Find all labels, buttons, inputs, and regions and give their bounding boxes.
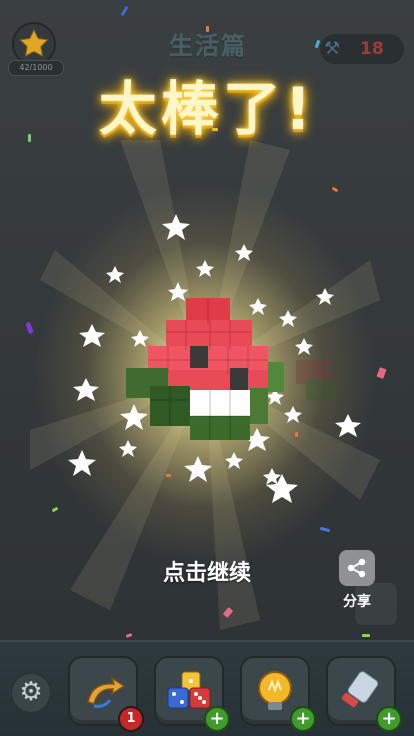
- confetti-piece: [331, 186, 339, 193]
- bottom-toolbar: ⚙ 1 + + +: [0, 640, 414, 736]
- confetti-piece: [125, 633, 133, 638]
- confetti-piece: [166, 474, 171, 477]
- settings-button[interactable]: ⚙: [10, 672, 52, 714]
- confetti-piece: [51, 506, 59, 513]
- sparkle-star: [196, 260, 214, 277]
- celebration-headline: 太棒了!: [98, 75, 316, 143]
- confetti-piece: [319, 526, 331, 533]
- add-dice-badge[interactable]: +: [206, 708, 228, 730]
- confetti-piece: [222, 607, 234, 618]
- voxel-model: [126, 298, 336, 440]
- counter-value: 18: [360, 39, 384, 59]
- hint-tool-button[interactable]: +: [242, 658, 314, 730]
- lightbulb-icon: [258, 671, 292, 710]
- sparkle-star: [263, 468, 281, 485]
- sparkle-star: [68, 450, 96, 476]
- dice-tool-button[interactable]: +: [156, 658, 228, 730]
- add-hint-badge[interactable]: +: [292, 708, 314, 730]
- add-brush-badge[interactable]: +: [378, 708, 400, 730]
- dice-icon: [167, 671, 211, 709]
- sparkle-star: [184, 456, 212, 482]
- undo-count-badge: 1: [120, 708, 142, 730]
- hammer-counter[interactable]: ⚒ 18: [320, 34, 404, 64]
- confetti-piece: [362, 634, 370, 637]
- share-icon: [347, 558, 366, 578]
- sparkle-star: [73, 378, 99, 401]
- level-title: 生活篇: [169, 32, 247, 60]
- share-label[interactable]: 分享: [334, 591, 380, 611]
- share-button[interactable]: [339, 550, 375, 586]
- hammer-icon: ⚒: [324, 38, 341, 59]
- brush-tool-button[interactable]: +: [328, 658, 400, 730]
- brush-icon: [341, 671, 379, 708]
- game-stage[interactable]: 42/1000 生活篇 ⚒ 18 太棒了! 点击继续 分享 ⚙ 1 + + +: [0, 0, 414, 736]
- sparkle-star: [225, 452, 243, 469]
- sparkle-star: [106, 266, 124, 283]
- confetti-piece: [25, 321, 34, 335]
- sparkle-star: [235, 244, 253, 261]
- undo-arrow-icon: [87, 676, 126, 708]
- undo-tool-button[interactable]: 1: [70, 658, 142, 730]
- gear-icon: ⚙: [19, 677, 43, 707]
- sparkle-star: [162, 214, 190, 240]
- sparkle-star: [266, 474, 298, 503]
- confetti-piece: [376, 367, 387, 379]
- sparkle-star: [79, 324, 105, 347]
- star-icon: [19, 28, 49, 57]
- confetti-piece: [120, 5, 129, 17]
